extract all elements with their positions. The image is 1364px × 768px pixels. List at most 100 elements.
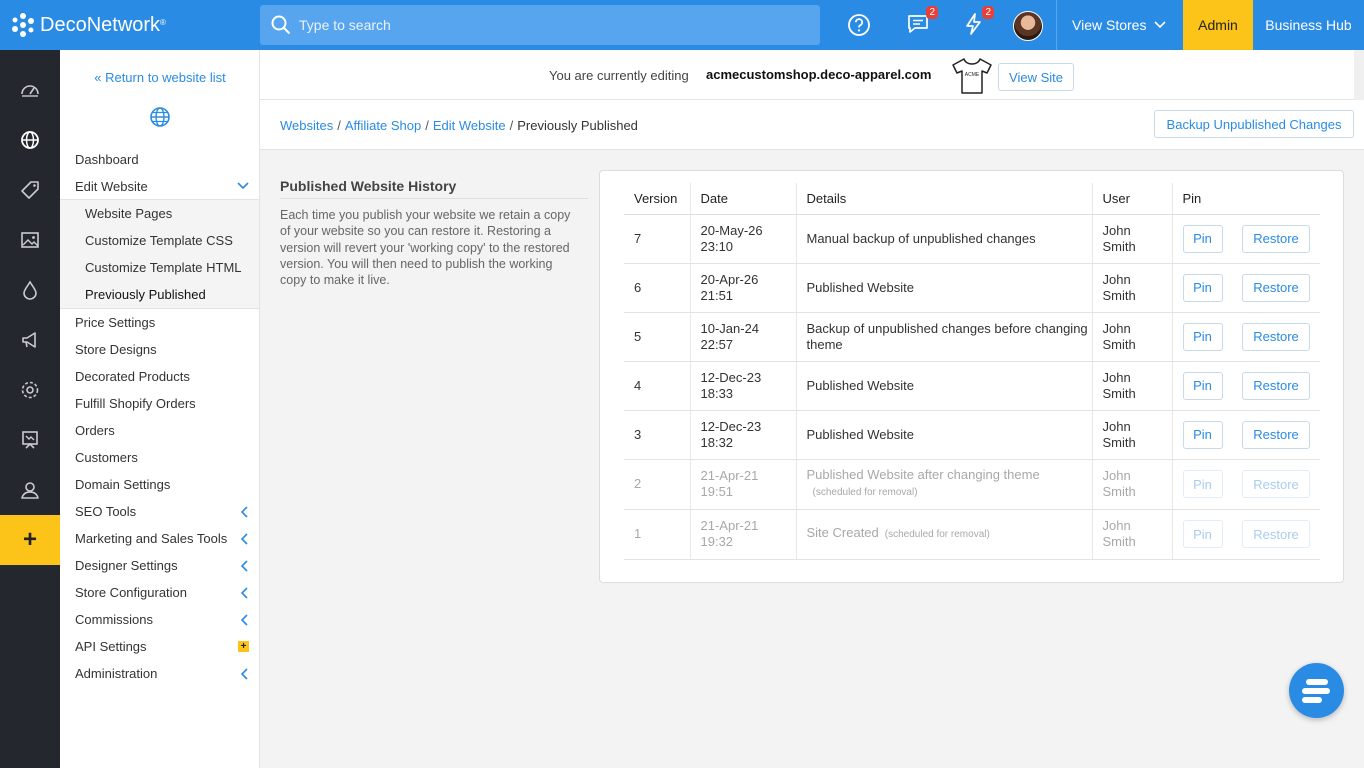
- date-cell: 12-Dec-23 18:33: [690, 361, 797, 411]
- sidebar-item-edit-website[interactable]: Edit Website: [60, 173, 259, 200]
- user-avatar[interactable]: [1013, 11, 1043, 41]
- restore-button[interactable]: Restore: [1242, 371, 1310, 400]
- megaphone-icon[interactable]: [20, 330, 40, 350]
- top-bar: DecoNetwork® 2 2 View Stores: [0, 0, 1364, 50]
- sidebar-item-orders[interactable]: Orders: [60, 417, 259, 444]
- scheduled-removal-note: (scheduled for removal): [884, 529, 990, 540]
- sidebar-item-price-settings[interactable]: Price Settings: [60, 309, 259, 336]
- restore-cell: Restore: [1232, 509, 1320, 560]
- backup-unpublished-changes-button[interactable]: Backup Unpublished Changes: [1154, 110, 1354, 138]
- search-bar[interactable]: [260, 5, 820, 45]
- pin-button[interactable]: Pin: [1182, 273, 1223, 302]
- sidebar-subitem-previously-published[interactable]: Previously Published: [60, 281, 259, 308]
- image-icon[interactable]: [20, 230, 40, 250]
- pin-button[interactable]: Pin: [1182, 420, 1223, 449]
- business-hub-tab[interactable]: Business Hub: [1253, 0, 1364, 50]
- messages-icon[interactable]: 2: [906, 6, 938, 38]
- easel-icon[interactable]: [20, 430, 40, 450]
- user-first-name: John: [1102, 369, 1131, 385]
- user-icon[interactable]: [20, 480, 40, 500]
- user-last-name: Smith: [1102, 238, 1136, 254]
- gear-icon[interactable]: [20, 380, 40, 400]
- sidebar-item-api-settings[interactable]: API Settings +: [60, 633, 259, 660]
- sidebar-item-administration[interactable]: Administration: [60, 660, 259, 687]
- restore-button[interactable]: Restore: [1242, 273, 1310, 302]
- drop-icon[interactable]: [20, 280, 40, 300]
- sidebar: « Return to website list Dashboard Edit …: [60, 50, 260, 768]
- alerts-icon[interactable]: 2: [962, 6, 994, 38]
- user-first-name: John: [1102, 222, 1131, 238]
- version-cell: 2: [624, 459, 691, 510]
- breadcrumb-edit-website[interactable]: Edit Website: [433, 118, 506, 133]
- pin-button[interactable]: Pin: [1182, 371, 1223, 400]
- time-value: 19:51: [700, 484, 734, 499]
- table-header-row: Version Date Details User Pin: [624, 183, 1320, 215]
- pin-button[interactable]: Pin: [1182, 322, 1223, 351]
- scrollbar[interactable]: [1354, 50, 1364, 100]
- pin-button: Pin: [1182, 470, 1223, 498]
- chevron-left-icon: [241, 533, 248, 545]
- help-icon[interactable]: [846, 12, 872, 38]
- deconetwork-logo[interactable]: DecoNetwork ®: [10, 12, 166, 38]
- sidebar-item-designer-settings[interactable]: Designer Settings: [60, 552, 259, 579]
- brand-name: DecoNetwork: [40, 13, 161, 36]
- search-input[interactable]: [299, 17, 779, 33]
- date-value: 21-Apr-21: [700, 468, 759, 483]
- messages-badge: 2: [926, 6, 938, 19]
- restore-button[interactable]: Restore: [1242, 420, 1310, 449]
- sidebar-item-store-designs[interactable]: Store Designs: [60, 336, 259, 363]
- sidebar-item-label: Store Configuration: [75, 585, 188, 600]
- sidebar-item-label: Administration: [75, 666, 158, 681]
- pin-cell: Pin: [1172, 509, 1232, 560]
- user-cell: John Smith: [1092, 263, 1173, 313]
- sidebar-item-store-configuration[interactable]: Store Configuration: [60, 579, 259, 606]
- restore-cell: Restore: [1232, 459, 1320, 510]
- pin-cell: Pin: [1172, 214, 1232, 264]
- chevron-left-icon: [241, 560, 248, 572]
- details-cell: Published Website: [796, 410, 1093, 460]
- view-stores-label: View Stores: [1072, 17, 1147, 33]
- globe-icon[interactable]: [20, 130, 40, 150]
- view-stores-menu[interactable]: View Stores: [1072, 17, 1167, 33]
- sidebar-item-domain-settings[interactable]: Domain Settings: [60, 471, 259, 498]
- user-last-name: Smith: [1102, 534, 1136, 549]
- sidebar-item-decorated-products[interactable]: Decorated Products: [60, 363, 259, 390]
- restore-cell: Restore: [1232, 410, 1320, 460]
- chevron-left-icon: [241, 506, 248, 518]
- date-value: 12-Dec-23: [700, 418, 762, 434]
- sidebar-item-customers[interactable]: Customers: [60, 444, 259, 471]
- sidebar-subitem-customize-html[interactable]: Customize Template HTML: [60, 254, 259, 281]
- chat-widget-button[interactable]: [1289, 663, 1344, 718]
- api-settings-badge: +: [238, 641, 249, 652]
- admin-tab[interactable]: Admin: [1183, 0, 1253, 50]
- view-site-button[interactable]: View Site: [998, 63, 1074, 91]
- tag-icon[interactable]: [20, 180, 40, 200]
- sidebar-item-dashboard[interactable]: Dashboard: [60, 146, 259, 173]
- sidebar-item-marketing-sales-tools[interactable]: Marketing and Sales Tools: [60, 525, 259, 552]
- sidebar-item-seo-tools[interactable]: SEO Tools: [60, 498, 259, 525]
- tshirt-text: ACME: [965, 72, 980, 78]
- sidebar-nav: Dashboard Edit Website Website Pages Cus…: [60, 146, 259, 687]
- divider: [1056, 0, 1057, 50]
- restore-button[interactable]: Restore: [1242, 224, 1310, 253]
- sidebar-subitem-website-pages[interactable]: Website Pages: [60, 200, 259, 227]
- details-cell: Published Website after changing theme (s…: [796, 459, 1093, 510]
- table-row: 3 12-Dec-23 18:32 Published Website John S…: [624, 410, 1320, 460]
- return-to-website-list-link[interactable]: « Return to website list: [60, 70, 260, 85]
- add-button[interactable]: +: [0, 515, 60, 565]
- sidebar-item-commissions[interactable]: Commissions: [60, 606, 259, 633]
- restore-button[interactable]: Restore: [1242, 322, 1310, 351]
- user-last-name: Smith: [1102, 434, 1136, 450]
- user-cell: John Smith: [1092, 410, 1173, 460]
- breadcrumb-affiliate-shop[interactable]: Affiliate Shop: [345, 118, 421, 133]
- details-text: Site Created: [806, 525, 879, 540]
- sidebar-subitem-customize-css[interactable]: Customize Template CSS: [60, 227, 259, 254]
- sidebar-item-label: Edit Website: [75, 179, 148, 194]
- dashboard-icon[interactable]: [20, 80, 40, 100]
- breadcrumb-websites[interactable]: Websites: [280, 118, 333, 133]
- date-cell: 10-Jan-24 22:57: [690, 312, 797, 362]
- time-value: 18:32: [700, 434, 734, 450]
- sidebar-item-fulfill-shopify-orders[interactable]: Fulfill Shopify Orders: [60, 390, 259, 417]
- icon-rail: +: [0, 50, 60, 768]
- pin-button[interactable]: Pin: [1182, 224, 1223, 253]
